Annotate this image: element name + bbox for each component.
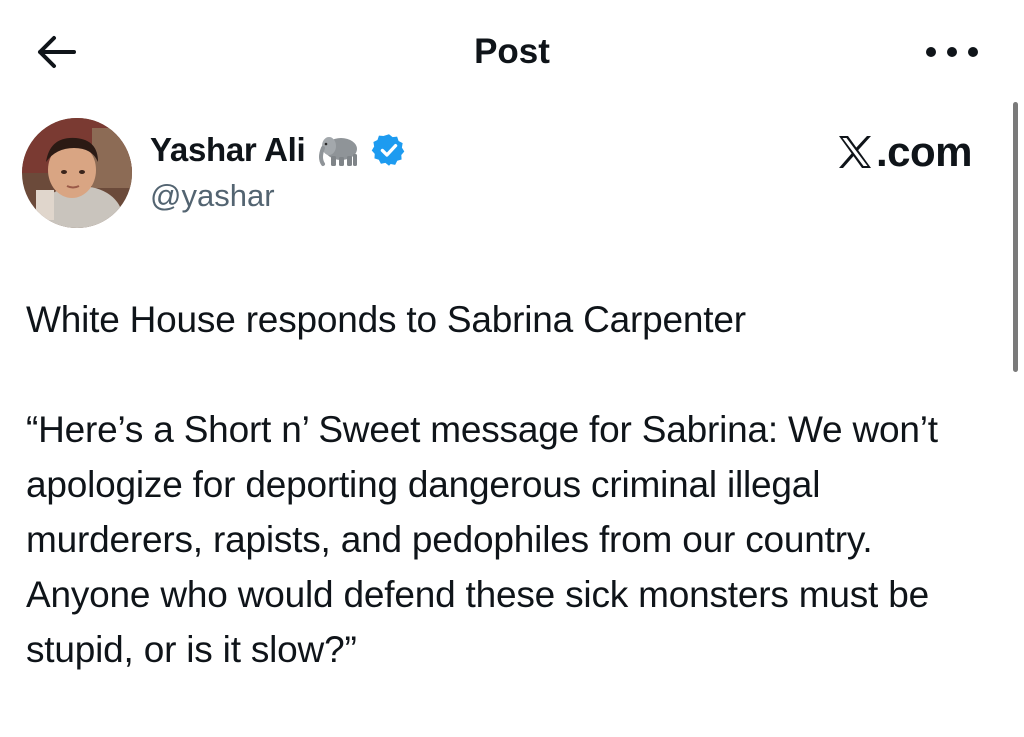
display-name[interactable]: Yashar Ali	[150, 131, 306, 169]
post-text: White House responds to Sabrina Carpente…	[26, 292, 986, 677]
x-com-watermark: .com	[836, 128, 973, 176]
more-dot	[926, 47, 936, 57]
top-app-bar: Post	[0, 0, 1024, 100]
elephant-icon	[317, 132, 363, 168]
more-dot	[947, 47, 957, 57]
page-title: Post	[474, 32, 550, 71]
scrollbar[interactable]	[1013, 102, 1018, 372]
avatar[interactable]	[22, 118, 132, 228]
more-options-button[interactable]	[926, 40, 978, 64]
author-name-row[interactable]: Yashar Ali	[150, 128, 407, 172]
watermark-text: .com	[875, 128, 973, 175]
avatar-image	[22, 118, 132, 228]
verified-badge-icon	[371, 132, 407, 168]
author-handle[interactable]: @yashar	[150, 176, 275, 216]
more-dot	[968, 47, 978, 57]
x-logo-icon	[836, 133, 874, 171]
post-headline: White House responds to Sabrina Carpente…	[26, 299, 746, 340]
post-quote: “Here’s a Short n’ Sweet message for Sab…	[26, 409, 938, 670]
